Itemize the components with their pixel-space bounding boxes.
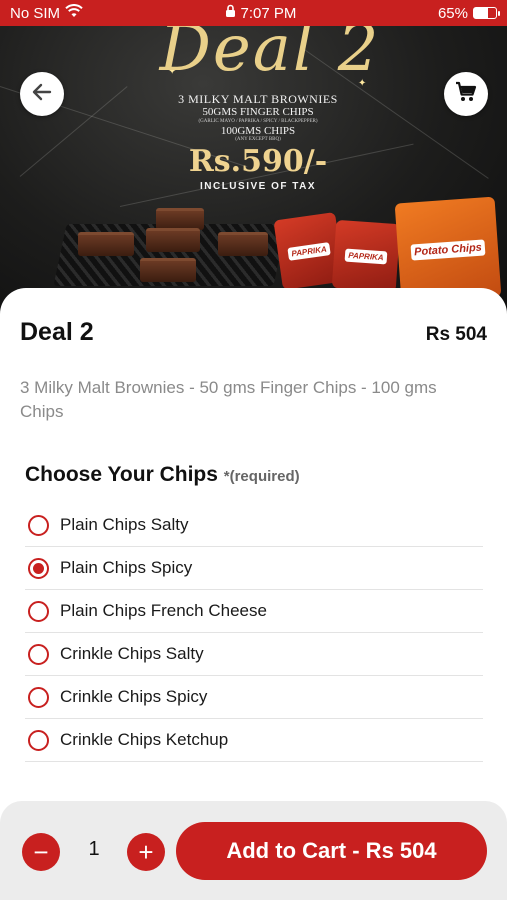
radio-button[interactable] xyxy=(28,600,49,622)
banner-price: Rs.590/- xyxy=(188,144,328,179)
banner-line-brownies: 3 MILKY MALT BROWNIES xyxy=(178,92,338,106)
status-bar: No SIM 7:07 PM 65% xyxy=(0,0,507,26)
option-label: Crinkle Chips Salty xyxy=(60,644,204,663)
option-plain-chips-salty[interactable]: Plain Chips Salty xyxy=(25,504,483,547)
clock-time: 7:07 PM xyxy=(240,4,297,22)
status-right: 65% xyxy=(437,4,500,22)
cart-icon xyxy=(454,80,478,109)
option-label: Crinkle Chips Spicy xyxy=(60,687,208,706)
wifi-icon xyxy=(65,4,83,22)
radio-button[interactable] xyxy=(28,514,49,536)
product-title: Deal 2 xyxy=(20,318,94,346)
radio-button[interactable] xyxy=(28,643,49,665)
option-label: Plain Chips Spicy xyxy=(60,558,193,577)
battery-percent: 65% xyxy=(437,4,468,22)
decrease-quantity-button[interactable]: − xyxy=(22,833,60,871)
status-center: 7:07 PM xyxy=(225,4,297,22)
banner-line-chips-note: (ANY EXCEPT BBQ) xyxy=(235,137,281,142)
brownie-image xyxy=(218,232,268,256)
cart-bar: − 1 + Add to Cart - Rs 504 xyxy=(0,801,507,900)
battery-fill xyxy=(473,8,489,18)
product-description: 3 Milky Malt Brownies - 50 gms Finger Ch… xyxy=(20,378,437,421)
brownie-image xyxy=(78,232,134,256)
option-label: Plain Chips French Cheese xyxy=(60,601,267,620)
banner-title: Deal 2 xyxy=(159,26,381,86)
battery-icon xyxy=(472,7,500,19)
quantity-value: 1 xyxy=(88,838,100,860)
deal-banner-image: ✦ ✦ ✧ Deal 2 3 MILKY MALT BROWNIES 50GMS… xyxy=(0,26,507,316)
product-details-sheet: Deal 2 Rs 504 3 Milky Malt Brownies - 50… xyxy=(0,288,507,808)
back-button[interactable] xyxy=(20,72,64,116)
radio-selected-dot xyxy=(33,562,44,574)
banner-tax-note: INCLUSIVE OF TAX xyxy=(199,181,317,192)
brownie-image xyxy=(140,258,196,282)
chips-options-list: Plain Chips Salty Plain Chips Spicy Plai… xyxy=(25,504,483,762)
required-label: *(required) xyxy=(223,468,300,485)
increase-quantity-button[interactable]: + xyxy=(127,833,165,871)
arrow-left-icon xyxy=(30,80,54,109)
banner-line-chips: 100GMS CHIPS xyxy=(220,125,296,137)
option-label: Plain Chips Salty xyxy=(60,515,189,534)
banner-line-finger-chips: 50GMS FINGER CHIPS xyxy=(202,106,314,118)
radio-button[interactable] xyxy=(28,686,49,708)
banner-line-finger-chips-flavors: (GARLIC MAYO / PAPRIKA / SPICY / BLACKPE… xyxy=(198,119,318,124)
radio-button[interactable] xyxy=(28,557,49,579)
brownie-image xyxy=(146,228,200,252)
choice-section-title: Choose Your Chips *(required) xyxy=(25,463,300,487)
radio-button[interactable] xyxy=(28,729,49,751)
chips-bag-image: PAPRIKA xyxy=(331,219,401,293)
add-to-cart-button[interactable]: Add to Cart - Rs 504 xyxy=(176,822,487,880)
option-crinkle-chips-spicy[interactable]: Crinkle Chips Spicy xyxy=(25,676,483,719)
carrier-label: No SIM xyxy=(10,4,61,22)
choice-section-heading: Choose Your Chips xyxy=(25,463,218,486)
option-crinkle-chips-ketchup[interactable]: Crinkle Chips Ketchup xyxy=(25,719,483,762)
status-left: No SIM xyxy=(10,4,83,22)
lock-icon xyxy=(225,4,236,22)
product-price: Rs 504 xyxy=(425,324,487,345)
brownie-image xyxy=(156,208,204,230)
option-plain-chips-spicy[interactable]: Plain Chips Spicy xyxy=(25,547,483,590)
cart-button[interactable] xyxy=(444,72,488,116)
option-crinkle-chips-salty[interactable]: Crinkle Chips Salty xyxy=(25,633,483,676)
option-plain-chips-french-cheese[interactable]: Plain Chips French Cheese xyxy=(25,590,483,633)
option-label: Crinkle Chips Ketchup xyxy=(60,730,229,749)
